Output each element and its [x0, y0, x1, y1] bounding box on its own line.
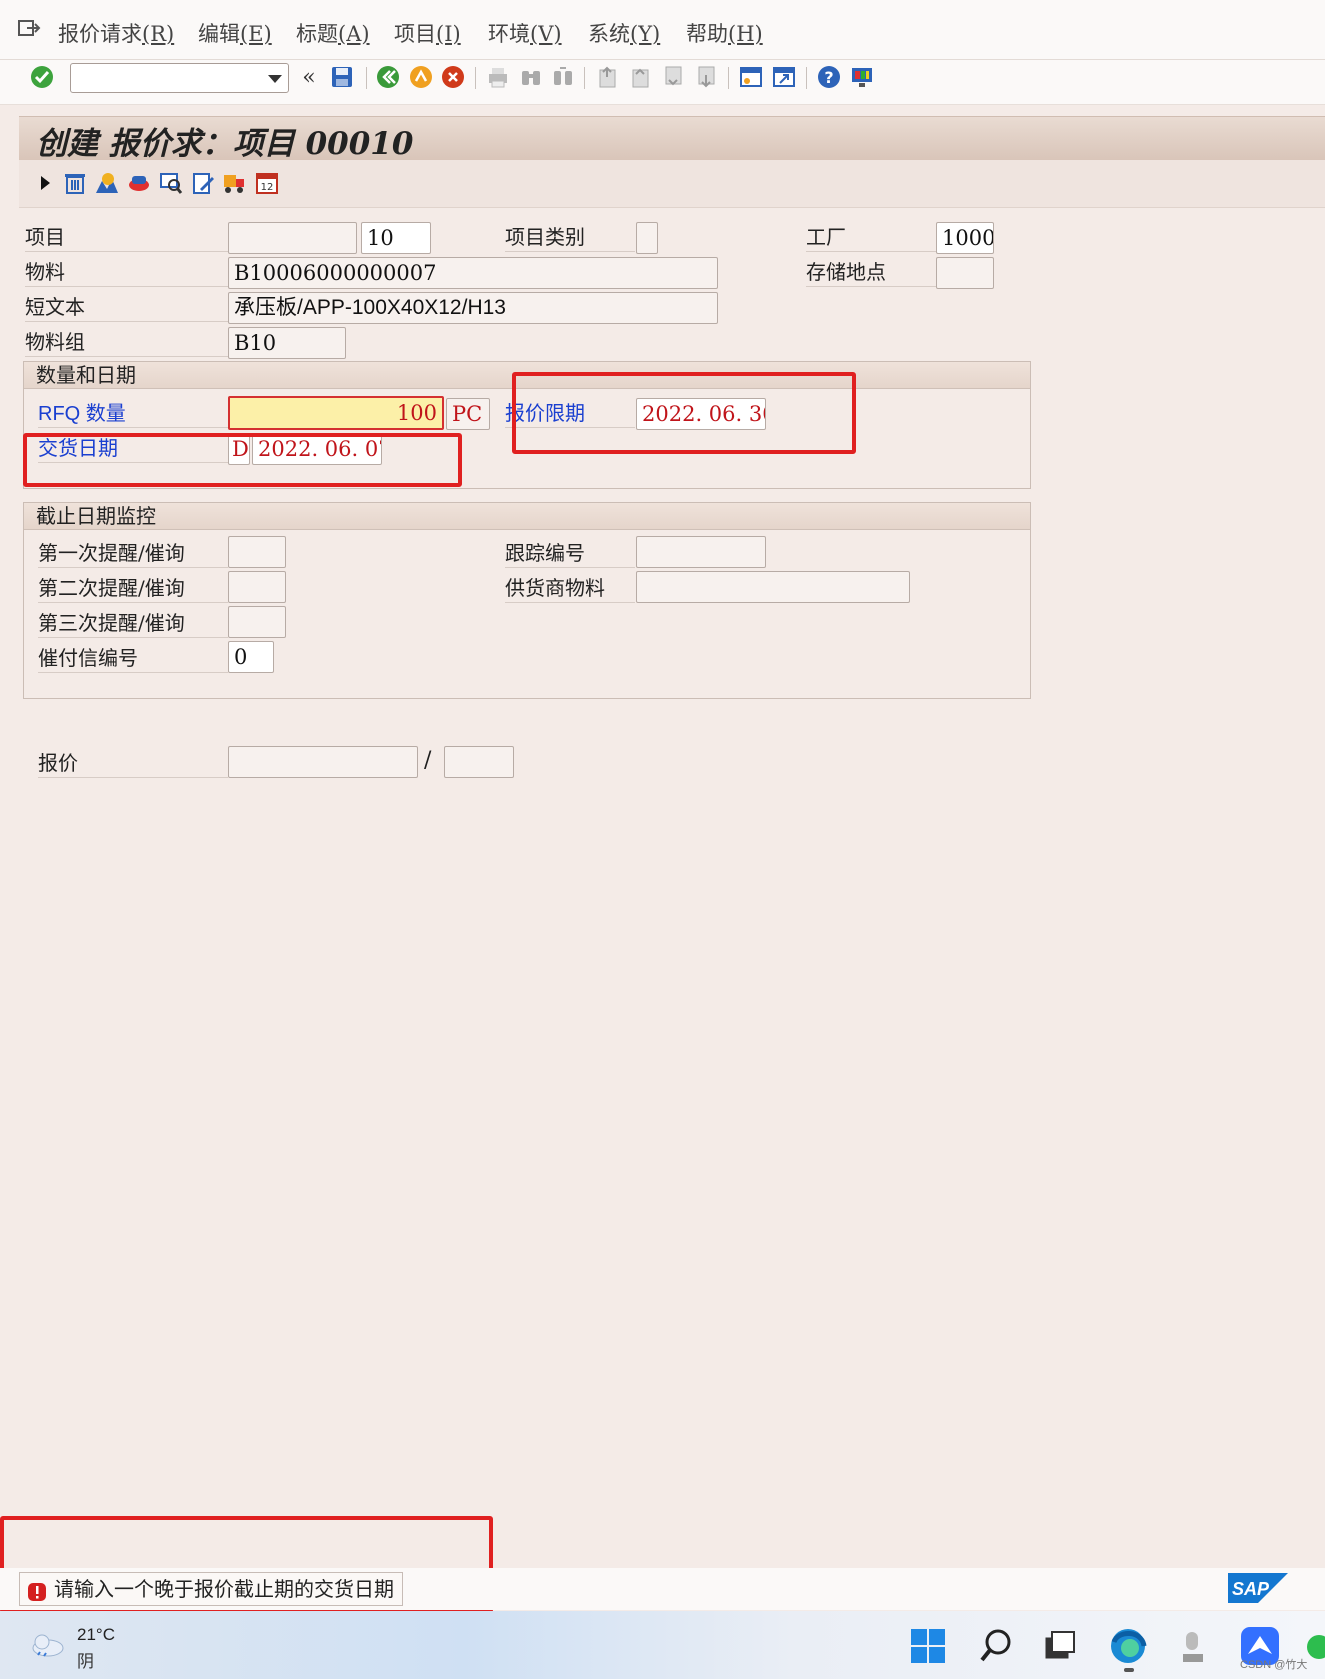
start-icon[interactable] [910, 1628, 946, 1668]
menu-help[interactable]: 帮助(H) [686, 18, 763, 48]
new-session-icon[interactable] [738, 64, 764, 90]
material-field[interactable]: B10006000000007 [228, 257, 718, 289]
temperature: 21°C [77, 1625, 115, 1644]
urge-number-field[interactable]: 0 [228, 641, 274, 673]
edge-browser-icon[interactable] [1108, 1626, 1148, 1670]
short-text-label: 短文本 [25, 292, 230, 322]
svg-text:?: ? [824, 68, 833, 87]
weather-icon[interactable] [30, 1628, 66, 1662]
tracking-number-label: 跟踪编号 [505, 538, 635, 568]
shortcut-icon[interactable] [771, 64, 797, 90]
reminder1-field[interactable] [228, 536, 286, 568]
customize-layout-icon[interactable] [849, 64, 875, 90]
plant-label: 工厂 [806, 222, 936, 252]
find-next-icon[interactable] [550, 64, 576, 90]
menu-edit[interactable]: 编辑(E) [198, 18, 272, 48]
active-app-indicator [1124, 1668, 1134, 1672]
toolbar-separator [728, 67, 729, 89]
microphone-app-icon[interactable] [1178, 1630, 1208, 1670]
deadline-monitoring-header: 截止日期监控 [24, 503, 1030, 530]
quotation-label: 报价 [38, 748, 228, 778]
texts-icon[interactable] [190, 170, 216, 196]
reminder1-label: 第一次提醒/催询 [38, 538, 228, 568]
first-page-icon[interactable] [594, 64, 620, 90]
short-text-field[interactable]: 承压板/APP-100X40X12/H13 [228, 292, 718, 324]
menu-rfq[interactable]: 报价请求(R) [58, 18, 174, 48]
rfq-quantity-field[interactable]: 100 [228, 396, 444, 430]
wechat-app-icon[interactable] [1305, 1632, 1325, 1666]
toolbar-separator [806, 67, 807, 89]
menu-system[interactable]: 系统(Y) [588, 18, 660, 48]
vendor-material-label: 供货商物料 [505, 573, 635, 603]
weather-text: 阴 [77, 1652, 94, 1672]
schedule-icon[interactable]: 12 [254, 170, 280, 196]
reminder2-field[interactable] [228, 571, 286, 603]
item-category-field[interactable] [636, 222, 658, 254]
toolbar-separator [475, 67, 476, 89]
last-page-icon[interactable] [693, 64, 719, 90]
expand-arrow-icon[interactable] [32, 170, 58, 196]
reminder2-label: 第二次提醒/催询 [38, 573, 228, 603]
save-icon[interactable] [329, 64, 355, 90]
enter-icon[interactable] [29, 64, 55, 90]
next-page-icon[interactable] [660, 64, 686, 90]
item-number-field[interactable]: 10 [361, 222, 431, 254]
collapse-command-icon[interactable]: « [296, 64, 322, 90]
material-group-field[interactable]: B10 [228, 327, 346, 359]
toolbar-separator [584, 67, 585, 89]
error-icon [27, 1579, 47, 1611]
highlight-delivery-date [23, 433, 462, 487]
conditions-icon[interactable] [94, 170, 120, 196]
previous-page-icon[interactable] [627, 64, 653, 90]
item-prefix-field[interactable] [228, 222, 357, 254]
rfq-quantity-label: RFQ 数量 [38, 398, 228, 428]
back-icon[interactable] [375, 64, 401, 90]
plant-field[interactable]: 1000 [936, 222, 994, 254]
sap-logo: SAP [1228, 1573, 1288, 1603]
monitor-icon[interactable] [158, 170, 184, 196]
item-label: 项目 [25, 222, 230, 252]
svg-text:12: 12 [261, 182, 274, 193]
search-icon[interactable] [978, 1628, 1014, 1668]
menu-environment[interactable]: 环境(V) [488, 18, 562, 48]
urge-number-label: 催付信编号 [38, 643, 228, 673]
cancel-icon[interactable] [440, 64, 466, 90]
quotation-field[interactable] [228, 746, 418, 778]
highlight-quote-deadline [512, 372, 856, 454]
quotation-date-field[interactable] [444, 746, 514, 778]
quotation-separator: / [424, 748, 432, 773]
page-title: 创建 报价求：项目 00010 [36, 126, 414, 162]
delete-icon[interactable] [62, 170, 88, 196]
storage-location-field[interactable] [936, 257, 994, 289]
find-icon[interactable] [518, 64, 544, 90]
exit-icon[interactable] [408, 64, 434, 90]
material-label: 物料 [25, 257, 230, 287]
menu-toggle-icon[interactable] [17, 18, 41, 40]
command-field[interactable] [70, 63, 289, 93]
status-message[interactable]: 请输入一个晚于报价截止期的交货日期 [19, 1572, 403, 1606]
rfq-quantity-label-text: RFQ 数量 [38, 403, 126, 425]
task-view-icon[interactable] [1042, 1628, 1078, 1668]
delivery-icon[interactable] [222, 170, 248, 196]
unit-field[interactable]: PC [446, 398, 490, 430]
menu-item[interactable]: 项目(I) [394, 18, 461, 48]
menu-header[interactable]: 标题(A) [296, 18, 370, 48]
print-icon[interactable] [485, 64, 511, 90]
chevron-down-icon[interactable] [268, 75, 282, 83]
watermark: CSDN @竹大 [1240, 1659, 1308, 1671]
material-group-label: 物料组 [25, 327, 230, 357]
vendor-material-field[interactable] [636, 571, 910, 603]
toolbar-separator [366, 67, 367, 89]
reminder3-label: 第三次提醒/催询 [38, 608, 228, 638]
svg-text:SAP: SAP [1232, 1579, 1270, 1599]
ship-to-icon[interactable] [126, 170, 152, 196]
status-message-text: 请输入一个晚于报价截止期的交货日期 [54, 1577, 394, 1601]
reminder3-field[interactable] [228, 606, 286, 638]
item-category-label: 项目类别 [505, 222, 635, 252]
help-icon[interactable]: ? [816, 64, 842, 90]
storage-location-label: 存储地点 [806, 257, 936, 287]
tracking-number-field[interactable] [636, 536, 766, 568]
